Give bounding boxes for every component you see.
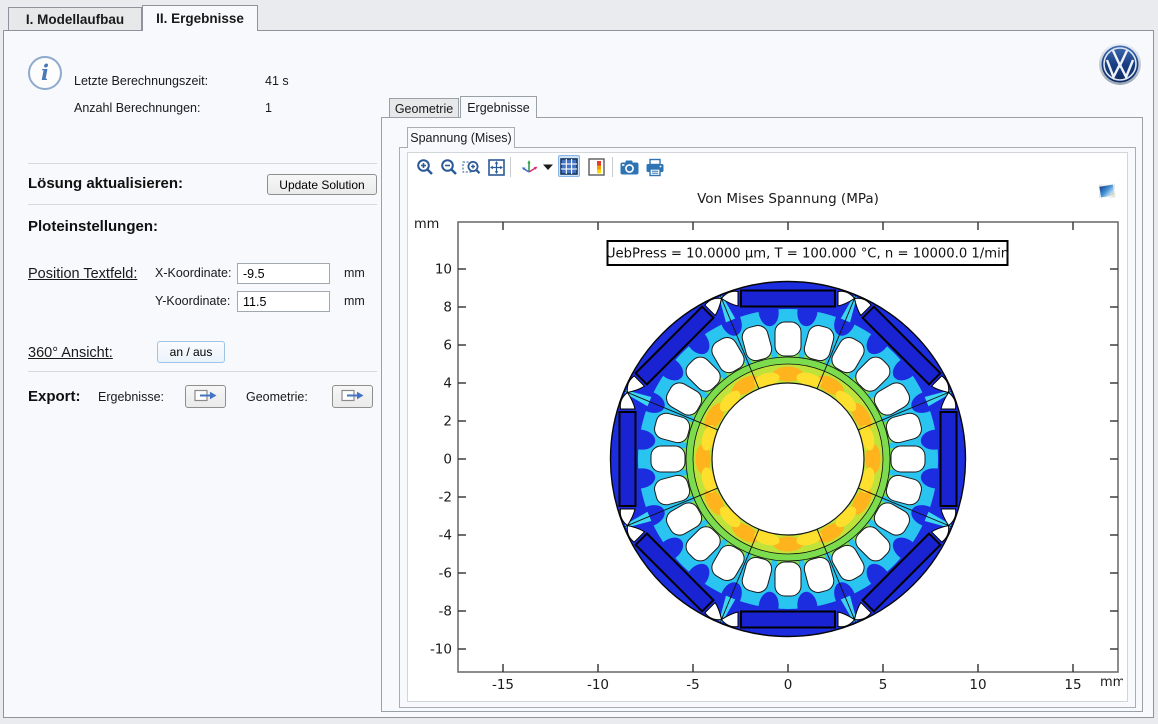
y-coordinate-label: Y-Koordinate: bbox=[155, 294, 230, 308]
svg-text:15: 15 bbox=[1064, 677, 1081, 693]
camera-icon bbox=[619, 158, 640, 177]
svg-text:-15: -15 bbox=[492, 677, 514, 693]
x-coordinate-unit: mm bbox=[344, 266, 365, 280]
info-icon: i bbox=[28, 56, 62, 90]
tab-ergebnisse[interactable]: II. Ergebnisse bbox=[142, 5, 258, 31]
svg-text:2: 2 bbox=[443, 414, 452, 430]
view-orientation-button[interactable] bbox=[519, 156, 541, 178]
export-arrow-icon bbox=[194, 388, 218, 403]
print-button[interactable] bbox=[644, 156, 666, 178]
tab-geometrie[interactable]: Geometrie bbox=[389, 98, 459, 118]
tab-spannung-mises[interactable]: Spannung (Mises) bbox=[407, 127, 515, 148]
view-360-label: 360° Ansicht: bbox=[28, 345, 113, 361]
calc-count-value: 1 bbox=[265, 101, 272, 115]
x-coordinate-input[interactable] bbox=[237, 263, 330, 284]
tab-label: II. Ergebnisse bbox=[143, 6, 257, 26]
color-legend-button[interactable] bbox=[586, 156, 608, 178]
svg-text:8: 8 bbox=[443, 300, 452, 316]
plot-settings-heading: Ploteinstellungen: bbox=[28, 218, 158, 235]
printer-icon bbox=[645, 158, 665, 177]
zoom-box-icon bbox=[462, 158, 482, 177]
zoom-out-icon bbox=[440, 158, 459, 177]
y-axis-unit: mm bbox=[414, 217, 439, 232]
svg-text:-2: -2 bbox=[439, 490, 452, 506]
separator bbox=[28, 371, 377, 372]
toolbar-separator bbox=[612, 157, 613, 177]
tab-label: Ergebnisse bbox=[461, 97, 536, 115]
view-360-toggle-button[interactable]: an / aus bbox=[157, 341, 225, 363]
view-orientation-icon bbox=[520, 157, 540, 177]
export-geometry-button[interactable] bbox=[332, 385, 373, 408]
svg-text:-10: -10 bbox=[430, 642, 452, 658]
toolbar-separator bbox=[510, 157, 511, 177]
export-label: Export: bbox=[28, 388, 81, 405]
svg-text:-5: -5 bbox=[686, 677, 699, 693]
snapshot-button[interactable] bbox=[618, 156, 640, 178]
export-results-label: Ergebnisse: bbox=[98, 390, 164, 404]
position-textfield-label: Position Textfeld: bbox=[28, 266, 137, 282]
motor-cross-section bbox=[611, 282, 966, 637]
svg-text:-10: -10 bbox=[587, 677, 609, 693]
y-coordinate-unit: mm bbox=[344, 294, 365, 308]
zoom-box-button[interactable] bbox=[461, 156, 483, 178]
tab-modellaufbau[interactable]: I. Modellaufbau bbox=[8, 7, 142, 30]
tab-ergebnisse-right[interactable]: Ergebnisse bbox=[460, 96, 537, 118]
separator bbox=[28, 163, 377, 164]
grid-icon bbox=[560, 158, 578, 175]
last-calc-time-value: 41 s bbox=[265, 74, 289, 88]
tab-label: Geometrie bbox=[390, 99, 458, 116]
svg-text:4: 4 bbox=[443, 376, 452, 392]
zoom-out-button[interactable] bbox=[438, 156, 460, 178]
last-calc-time-label: Letzte Berechnungszeit: bbox=[74, 74, 208, 88]
x-axis-unit: mm bbox=[1100, 675, 1123, 690]
svg-text:0: 0 bbox=[784, 677, 793, 693]
update-solution-button[interactable]: Update Solution bbox=[267, 174, 377, 195]
tab-label: Spannung (Mises) bbox=[408, 128, 514, 145]
update-solution-label: Lösung aktualisieren: bbox=[28, 175, 183, 192]
chevron-down-icon bbox=[543, 163, 553, 171]
svg-text:10: 10 bbox=[435, 262, 452, 278]
svg-text:-4: -4 bbox=[439, 528, 452, 544]
application-window: I. Modellaufbau II. Ergebnisse i Letzte … bbox=[0, 0, 1158, 724]
zoom-in-icon bbox=[416, 158, 435, 177]
svg-text:-8: -8 bbox=[439, 604, 452, 620]
calc-count-label: Anzahl Berechnungen: bbox=[74, 101, 200, 115]
annotation-box: UebPress = 10.0000 µm, T = 100.000 °C, n… bbox=[606, 241, 1009, 265]
view-orientation-dropdown[interactable] bbox=[541, 156, 555, 178]
svg-text:6: 6 bbox=[443, 338, 452, 354]
svg-text:5: 5 bbox=[879, 677, 888, 693]
export-results-button[interactable] bbox=[185, 385, 226, 408]
x-coordinate-label: X-Koordinate: bbox=[155, 266, 231, 280]
svg-text:-6: -6 bbox=[439, 566, 452, 582]
zoom-extents-icon bbox=[487, 158, 506, 177]
export-geometry-label: Geometrie: bbox=[246, 390, 308, 404]
svg-text:0: 0 bbox=[443, 452, 452, 468]
zoom-in-button[interactable] bbox=[414, 156, 436, 178]
svg-text:10: 10 bbox=[969, 677, 986, 693]
grid-toggle-button[interactable] bbox=[558, 155, 580, 177]
vw-logo bbox=[1098, 42, 1142, 86]
mises-stress-plot[interactable]: -15 -10 -5 0 5 10 15 10 8 6 4 2 0 -2 -4 -6 -8 -10 mm mm U… bbox=[408, 205, 1123, 700]
tab-label: I. Modellaufbau bbox=[9, 8, 141, 27]
y-coordinate-input[interactable] bbox=[237, 291, 330, 312]
color-legend-icon bbox=[587, 157, 607, 177]
zoom-extents-button[interactable] bbox=[485, 156, 507, 178]
separator bbox=[28, 204, 377, 205]
annotation-text: UebPress = 10.0000 µm, T = 100.000 °C, n… bbox=[606, 247, 1009, 262]
export-arrow-icon bbox=[341, 388, 365, 403]
